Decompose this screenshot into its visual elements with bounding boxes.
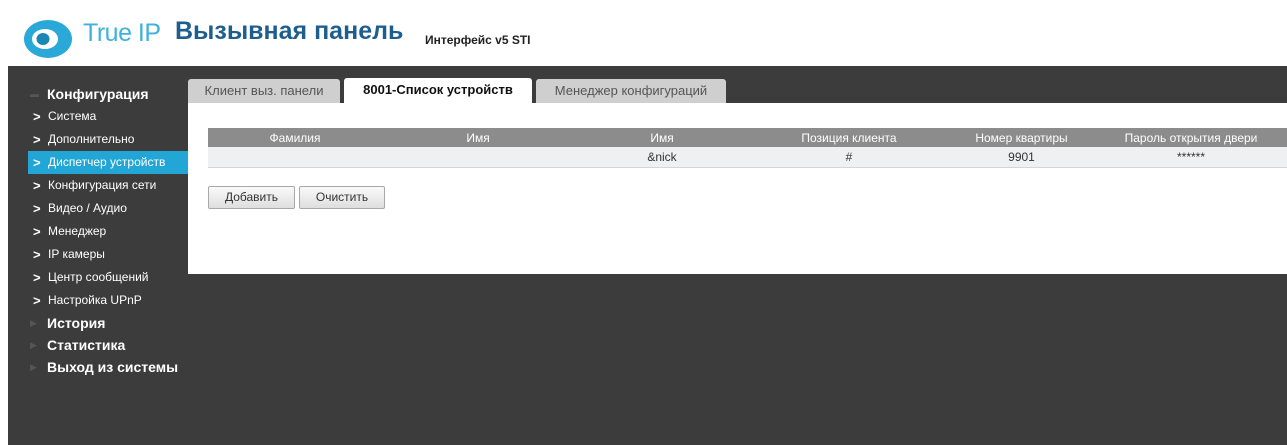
sidebar-nav: ▬ Конфигурация > Система > Дополнительно >… bbox=[28, 83, 188, 378]
table-cell: 9901 bbox=[948, 147, 1095, 168]
sidebar-item-label: Видео / Аудио bbox=[48, 201, 127, 215]
chevron-right-icon: > bbox=[33, 293, 41, 308]
sidebar-item-label: Дополнительно bbox=[48, 132, 135, 146]
chevron-right-icon: > bbox=[33, 178, 41, 193]
column-header-name: Имя bbox=[574, 128, 750, 147]
sidebar-section-history[interactable]: ▶ История bbox=[28, 312, 188, 334]
table-cell: ****** bbox=[1095, 147, 1287, 168]
chevron-right-icon: > bbox=[33, 247, 41, 262]
expand-triangle-icon: ▶ bbox=[30, 340, 37, 350]
trueip-logo-icon bbox=[24, 20, 72, 58]
content-panel: Фамилия Имя Имя Позиция клиента Номер кв… bbox=[188, 103, 1287, 274]
column-header-apartment: Номер квартиры bbox=[948, 128, 1095, 147]
column-header-firstname: Имя bbox=[382, 128, 574, 147]
sidebar-item-message-center[interactable]: > Центр сообщений bbox=[28, 266, 188, 289]
table-cell bbox=[382, 147, 574, 168]
sidebar-item-label: Настройка UPnP bbox=[48, 293, 142, 307]
sidebar-item-manager[interactable]: > Менеджер bbox=[28, 220, 188, 243]
tab-panel-client[interactable]: Клиент выз. панели bbox=[188, 79, 340, 104]
expand-triangle-icon: ▶ bbox=[30, 362, 37, 372]
sidebar-item-system[interactable]: > Система bbox=[28, 105, 188, 128]
sidebar-section-statistics[interactable]: ▶ Статистика bbox=[28, 334, 188, 356]
sidebar-section-logout[interactable]: ▶ Выход из системы bbox=[28, 356, 188, 378]
sidebar-section-label: Конфигурация bbox=[47, 86, 149, 102]
device-table: Фамилия Имя Имя Позиция клиента Номер кв… bbox=[208, 128, 1287, 168]
sidebar-section-config[interactable]: ▬ Конфигурация bbox=[28, 83, 188, 105]
sidebar-item-device-manager[interactable]: > Диспетчер устройств bbox=[28, 151, 188, 174]
sidebar-section-label: Выход из системы bbox=[47, 359, 179, 375]
sidebar-section-label: История bbox=[47, 315, 106, 331]
sidebar-item-advanced[interactable]: > Дополнительно bbox=[28, 128, 188, 151]
tab-config-manager[interactable]: Менеджер конфигураций bbox=[536, 79, 726, 104]
add-button[interactable]: Добавить bbox=[208, 186, 295, 209]
collapse-icon: ▬ bbox=[30, 89, 39, 99]
chevron-right-icon: > bbox=[33, 109, 41, 124]
column-header-door-password: Пароль открытия двери bbox=[1095, 128, 1287, 147]
table-header-row: Фамилия Имя Имя Позиция клиента Номер кв… bbox=[208, 128, 1287, 147]
column-header-client-position: Позиция клиента bbox=[750, 128, 948, 147]
chevron-right-icon: > bbox=[33, 155, 41, 170]
chevron-right-icon: > bbox=[33, 201, 41, 216]
table-cell: # bbox=[750, 147, 948, 168]
sidebar-item-label: Система bbox=[48, 109, 97, 123]
table-row[interactable]: &nick # 9901 ****** bbox=[208, 147, 1287, 168]
expand-triangle-icon: ▶ bbox=[30, 318, 37, 328]
sidebar-item-label: Диспетчер устройств bbox=[48, 155, 166, 169]
app-header: True IP Вызывная панель Интерфейс v5 STI bbox=[0, 0, 1287, 66]
chevron-right-icon: > bbox=[33, 224, 41, 239]
table-cell bbox=[208, 147, 382, 168]
sidebar-section-label: Статистика bbox=[47, 337, 126, 353]
brand-name: True IP bbox=[83, 19, 161, 47]
sidebar-item-network-config[interactable]: > Конфигурация сети bbox=[28, 174, 188, 197]
interface-version: Интерфейс v5 STI bbox=[425, 33, 531, 47]
sidebar-item-video-audio[interactable]: > Видео / Аудио bbox=[28, 197, 188, 220]
chevron-right-icon: > bbox=[33, 132, 41, 147]
sidebar-item-label: Конфигурация сети bbox=[48, 178, 157, 192]
sidebar-item-label: Центр сообщений bbox=[48, 270, 149, 284]
page-title: Вызывная панель bbox=[175, 17, 404, 45]
sidebar-item-label: Менеджер bbox=[48, 224, 107, 238]
tab-device-list[interactable]: 8001-Список устройств bbox=[344, 78, 532, 104]
table-cell: &nick bbox=[574, 147, 750, 168]
sidebar-item-label: IP камеры bbox=[48, 247, 105, 261]
sidebar-item-ip-cameras[interactable]: > IP камеры bbox=[28, 243, 188, 266]
clear-button[interactable]: Очистить bbox=[299, 186, 385, 209]
sidebar-item-upnp[interactable]: > Настройка UPnP bbox=[28, 289, 188, 312]
column-header-lastname: Фамилия bbox=[208, 128, 382, 147]
chevron-right-icon: > bbox=[33, 270, 41, 285]
